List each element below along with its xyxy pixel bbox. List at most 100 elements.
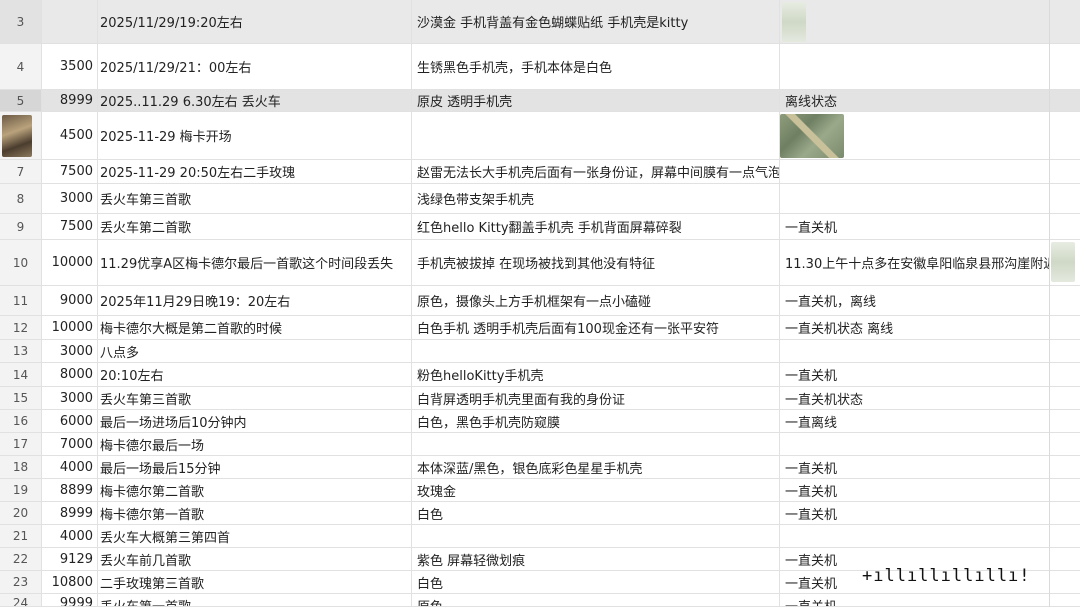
table-row[interactable]: 21 4000 丢火车大概第三第四首 bbox=[0, 525, 1080, 548]
extra-cell[interactable] bbox=[1050, 240, 1080, 285]
status-cell[interactable]: 一直关机，离线 bbox=[780, 286, 1050, 315]
description-cell[interactable] bbox=[2, 112, 780, 159]
description-cell[interactable]: 沙漠金 手机背盖有金色蝴蝶贴纸 手机壳是kitty bbox=[412, 0, 780, 43]
price-cell[interactable] bbox=[42, 0, 98, 43]
extra-cell[interactable] bbox=[1050, 90, 1080, 111]
status-cell[interactable] bbox=[780, 160, 1050, 183]
row-number[interactable]: 22 bbox=[0, 548, 42, 570]
extra-cell[interactable] bbox=[1050, 184, 1080, 213]
status-cell[interactable]: 一直关机 bbox=[780, 363, 1050, 386]
table-row[interactable]: 10 10000 11.29优享A区梅卡德尔最后一首歌这个时间段丢失 手机壳被拔… bbox=[0, 240, 1080, 286]
description-cell[interactable]: 白色手机 透明手机壳后面有100现金还有一张平安符 bbox=[412, 316, 780, 339]
table-row[interactable]: 9 7500 丢火车第二首歌 红色hello Kitty翻盖手机壳 手机背面屏幕… bbox=[0, 214, 1080, 240]
description-cell[interactable]: 本体深蓝/黑色，银色底彩色星星手机壳 bbox=[412, 456, 780, 478]
extra-cell[interactable] bbox=[1050, 363, 1080, 386]
status-cell[interactable] bbox=[780, 112, 1050, 159]
description-cell[interactable]: 玫瑰金 bbox=[412, 479, 780, 501]
price-cell[interactable]: 4000 bbox=[42, 525, 98, 547]
price-cell[interactable]: 3000 bbox=[42, 184, 98, 213]
price-cell[interactable]: 10000 bbox=[42, 240, 98, 285]
row-number[interactable]: 11 bbox=[0, 286, 42, 315]
description-cell[interactable]: 白背屏透明手机壳里面有我的身份证 bbox=[412, 387, 780, 409]
extra-cell[interactable] bbox=[1050, 44, 1080, 89]
time-cell[interactable]: 最后一场进场后10分钟内 bbox=[98, 410, 412, 432]
price-cell[interactable]: 7500 bbox=[42, 214, 98, 239]
description-cell[interactable]: 浅绿色带支架手机壳 bbox=[412, 184, 780, 213]
time-cell[interactable]: 丢火车第三首歌 bbox=[98, 184, 412, 213]
table-row[interactable]: 3 2025/11/29/19:20左右 沙漠金 手机背盖有金色蝴蝶贴纸 手机壳… bbox=[0, 0, 1080, 44]
description-cell[interactable]: 手机壳被拔掉 在现场被找到其他没有特征 bbox=[412, 240, 780, 285]
price-cell[interactable]: 6000 bbox=[42, 410, 98, 432]
price-cell[interactable]: 7000 bbox=[42, 433, 98, 455]
time-cell[interactable]: 2025年11月29日晚19：20左右 bbox=[98, 286, 412, 315]
table-row[interactable]: 17 7000 梅卡德尔最后一场 bbox=[0, 433, 1080, 456]
extra-cell[interactable] bbox=[1050, 479, 1080, 501]
extra-cell[interactable] bbox=[1050, 286, 1080, 315]
description-cell[interactable] bbox=[412, 340, 780, 362]
map-screenshot-thumbnail[interactable] bbox=[782, 2, 806, 42]
table-row[interactable]: 14 8000 20:10左右 粉色helloKitty手机壳 一直关机 bbox=[0, 363, 1080, 387]
status-cell[interactable]: 一直关机 bbox=[780, 456, 1050, 478]
time-cell[interactable]: 二手玫瑰第三首歌 bbox=[98, 571, 412, 593]
description-cell[interactable] bbox=[412, 525, 780, 547]
extra-cell[interactable] bbox=[1050, 594, 1080, 606]
price-cell[interactable]: 3000 bbox=[42, 387, 98, 409]
row-number[interactable]: 23 bbox=[0, 571, 42, 593]
table-row[interactable]: 15 3000 丢火车第三首歌 白背屏透明手机壳里面有我的身份证 一直关机状态 bbox=[0, 387, 1080, 410]
time-cell[interactable]: 最后一场最后15分钟 bbox=[98, 456, 412, 478]
status-cell[interactable]: 一直关机状态 离线 bbox=[780, 316, 1050, 339]
status-cell[interactable] bbox=[780, 0, 1050, 43]
time-cell[interactable]: 11.29优享A区梅卡德尔最后一首歌这个时间段丢失 bbox=[98, 240, 412, 285]
extra-cell[interactable] bbox=[1050, 571, 1080, 593]
price-cell[interactable]: 3000 bbox=[42, 340, 98, 362]
status-cell[interactable]: 一直关机 bbox=[780, 594, 1050, 606]
table-row[interactable]: 11 9000 2025年11月29日晚19：20左右 原色，摄像头上方手机框架… bbox=[0, 286, 1080, 316]
row-number[interactable]: 16 bbox=[0, 410, 42, 432]
time-cell[interactable]: 丢火车前几首歌 bbox=[98, 548, 412, 570]
time-cell[interactable]: 梅卡德尔第一首歌 bbox=[98, 502, 412, 524]
row-number[interactable]: 18 bbox=[0, 456, 42, 478]
status-cell[interactable] bbox=[780, 525, 1050, 547]
description-cell[interactable]: 白色 bbox=[412, 502, 780, 524]
status-cell[interactable]: 离线状态 bbox=[780, 90, 1050, 111]
price-cell[interactable]: 8999 bbox=[42, 502, 98, 524]
status-cell[interactable]: 一直离线 bbox=[780, 410, 1050, 432]
price-cell[interactable]: 4500 bbox=[42, 112, 98, 159]
extra-cell[interactable] bbox=[1050, 433, 1080, 455]
extra-cell[interactable] bbox=[1050, 340, 1080, 362]
extra-cell[interactable] bbox=[1050, 387, 1080, 409]
time-cell[interactable]: 八点多 bbox=[98, 340, 412, 362]
status-cell[interactable] bbox=[780, 184, 1050, 213]
table-row[interactable]: 6 4500 2025-11-29 梅卡开场 bbox=[0, 112, 1080, 160]
description-cell[interactable]: 原色 bbox=[412, 594, 780, 606]
time-cell[interactable]: 2025/11/29/21：00左右 bbox=[98, 44, 412, 89]
description-cell[interactable]: 赵雷无法长大手机壳后面有一张身份证，屏幕中间膜有一点气泡 bbox=[412, 160, 780, 183]
table-row[interactable]: 13 3000 八点多 bbox=[0, 340, 1080, 363]
status-cell[interactable] bbox=[780, 44, 1050, 89]
table-row[interactable]: 24 9999 丢火车第一首歌 原色 一直关机 bbox=[0, 594, 1080, 607]
extra-cell[interactable] bbox=[1050, 525, 1080, 547]
table-row[interactable]: 18 4000 最后一场最后15分钟 本体深蓝/黑色，银色底彩色星星手机壳 一直… bbox=[0, 456, 1080, 479]
row-number[interactable]: 9 bbox=[0, 214, 42, 239]
row-number[interactable]: 24 bbox=[0, 594, 42, 606]
time-cell[interactable]: 2025..11.29 6.30左右 丢火车 bbox=[98, 90, 412, 111]
row-number[interactable]: 14 bbox=[0, 363, 42, 386]
extra-cell[interactable] bbox=[1050, 316, 1080, 339]
time-cell[interactable]: 梅卡德尔第二首歌 bbox=[98, 479, 412, 501]
status-cell[interactable]: 一直关机状态 bbox=[780, 387, 1050, 409]
row-number[interactable]: 8 bbox=[0, 184, 42, 213]
time-cell[interactable]: 丢火车第一首歌 bbox=[98, 594, 412, 606]
row-number[interactable]: 3 bbox=[0, 0, 42, 43]
description-cell[interactable]: 白色 bbox=[412, 571, 780, 593]
table-row[interactable]: 8 3000 丢火车第三首歌 浅绿色带支架手机壳 bbox=[0, 184, 1080, 214]
description-cell[interactable]: 原皮 透明手机壳 bbox=[412, 90, 780, 111]
row-number[interactable]: 20 bbox=[0, 502, 42, 524]
table-row[interactable]: 19 8899 梅卡德尔第二首歌 玫瑰金 一直关机 bbox=[0, 479, 1080, 502]
status-cell[interactable]: 一直关机 bbox=[780, 214, 1050, 239]
description-cell[interactable]: 紫色 屏幕轻微划痕 bbox=[412, 548, 780, 570]
status-cell[interactable]: 一直关机 bbox=[780, 502, 1050, 524]
price-cell[interactable]: 10000 bbox=[42, 316, 98, 339]
row-number[interactable]: 5 bbox=[0, 90, 42, 111]
time-cell[interactable]: 2025-11-29 20:50左右二手玫瑰 bbox=[98, 160, 412, 183]
table-row[interactable]: 16 6000 最后一场进场后10分钟内 白色，黑色手机壳防窥膜 一直离线 bbox=[0, 410, 1080, 433]
